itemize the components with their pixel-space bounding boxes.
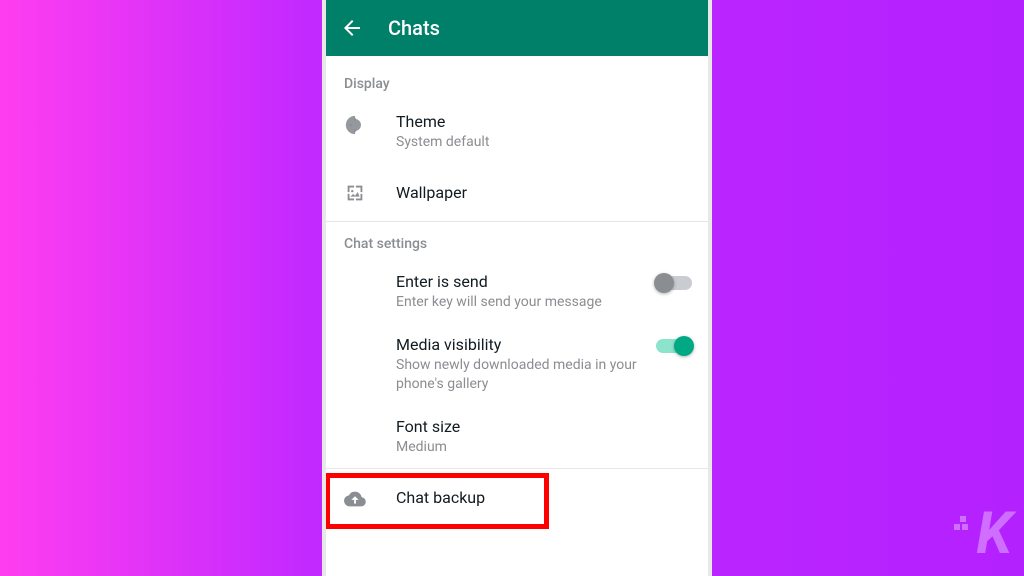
settings-content: Display Theme System default — [326, 62, 708, 527]
media-visibility-toggle[interactable] — [656, 339, 692, 353]
phone-frame: Chats Display Theme System default — [322, 0, 712, 576]
section-header-chat-settings: Chat settings — [326, 222, 708, 260]
enter-is-send-title: Enter is send — [396, 272, 648, 291]
wallpaper-item[interactable]: Wallpaper — [326, 163, 708, 221]
app-bar: Chats — [326, 0, 708, 56]
section-header-display: Display — [326, 62, 708, 100]
enter-is-send-item[interactable]: Enter is send Enter key will send your m… — [326, 260, 708, 323]
font-size-subtitle: Medium — [396, 438, 692, 456]
enter-is-send-subtitle: Enter key will send your message — [396, 293, 648, 311]
watermark-text: K — [976, 500, 1010, 568]
wallpaper-title: Wallpaper — [396, 183, 692, 202]
chat-backup-wrapper: Chat backup — [326, 468, 708, 527]
arrow-left-icon — [340, 16, 364, 40]
watermark-dots-icon — [954, 514, 972, 554]
enter-is-send-toggle[interactable] — [656, 276, 692, 290]
theme-icon — [344, 114, 366, 136]
chat-backup-title: Chat backup — [396, 488, 692, 507]
cloud-upload-icon — [344, 488, 366, 510]
theme-item[interactable]: Theme System default — [326, 100, 708, 163]
media-visibility-title: Media visibility — [396, 335, 648, 354]
wallpaper-icon — [344, 182, 366, 204]
font-size-title: Font size — [396, 417, 692, 436]
chat-backup-item[interactable]: Chat backup — [326, 469, 708, 527]
media-visibility-subtitle: Show newly downloaded media in your phon… — [396, 356, 648, 392]
back-button[interactable] — [340, 16, 364, 40]
theme-subtitle: System default — [396, 133, 692, 151]
media-visibility-item[interactable]: Media visibility Show newly downloaded m… — [326, 323, 708, 404]
app-bar-title: Chats — [388, 16, 440, 40]
theme-title: Theme — [396, 112, 692, 131]
watermark: K — [954, 500, 1010, 568]
font-size-item[interactable]: Font size Medium — [326, 405, 708, 468]
